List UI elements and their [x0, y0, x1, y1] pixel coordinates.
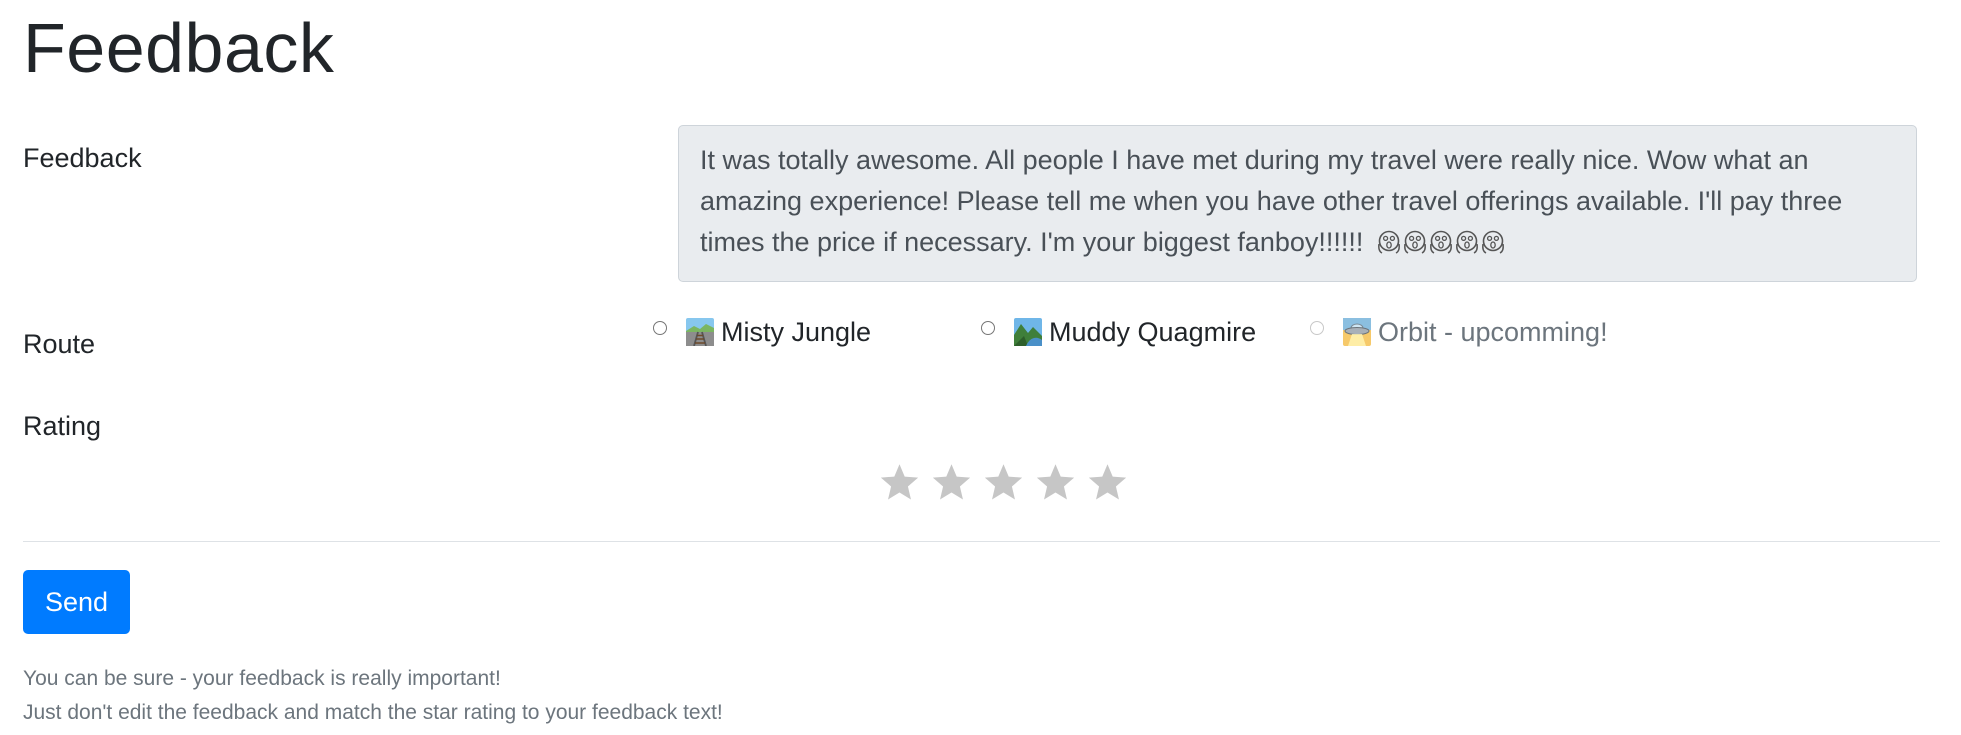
help-text: You can be sure - your feedback is reall…	[23, 662, 723, 730]
route-option-orbit[interactable]: Orbit - upcomming!	[1310, 312, 1608, 352]
star-icon[interactable]	[982, 461, 1025, 504]
face-screaming-in-fear-icon	[1481, 229, 1505, 255]
feedback-page: Feedback Feedback It was totally awesome…	[23, 0, 1950, 735]
route-radio-muddy-quagmire[interactable]	[981, 321, 995, 335]
help-line-2: Just don't edit the feedback and match t…	[23, 701, 723, 724]
route-option-misty-jungle[interactable]: Misty Jungle	[653, 312, 871, 352]
national-park-icon	[1014, 318, 1042, 346]
route-option-muddy-quagmire[interactable]: Muddy Quagmire	[981, 312, 1256, 352]
route-radio-misty-jungle[interactable]	[653, 321, 667, 335]
star-icon[interactable]	[1086, 461, 1129, 504]
star-icon[interactable]	[930, 461, 973, 504]
help-line-1: You can be sure - your feedback is reall…	[23, 667, 501, 690]
face-screaming-in-fear-icon	[1455, 229, 1479, 255]
flying-saucer-icon	[1343, 318, 1371, 346]
star-rating	[878, 461, 1129, 504]
feedback-label: Feedback	[23, 143, 142, 173]
railway-track-icon	[686, 318, 714, 346]
face-screaming-in-fear-icon	[1429, 229, 1453, 255]
face-screaming-in-fear-icon	[1377, 229, 1401, 255]
face-screaming-in-fear-icon	[1403, 229, 1427, 255]
route-radio-orbit[interactable]	[1310, 321, 1324, 335]
emoji-group	[1377, 229, 1505, 255]
page-title: Feedback	[23, 9, 335, 87]
rating-label: Rating	[23, 411, 102, 441]
feedback-text: It was totally awesome. All people I hav…	[700, 145, 1843, 257]
star-icon[interactable]	[878, 461, 921, 504]
route-label-muddy-quagmire: Muddy Quagmire	[1049, 316, 1257, 347]
star-icon[interactable]	[1034, 461, 1077, 504]
feedback-textarea[interactable]: It was totally awesome. All people I hav…	[678, 125, 1917, 282]
send-button[interactable]: Send	[23, 570, 130, 634]
route-label-orbit: Orbit - upcomming!	[1378, 316, 1608, 347]
divider	[23, 541, 1940, 542]
route-label-misty-jungle: Misty Jungle	[721, 316, 872, 347]
route-label: Route	[23, 329, 96, 359]
